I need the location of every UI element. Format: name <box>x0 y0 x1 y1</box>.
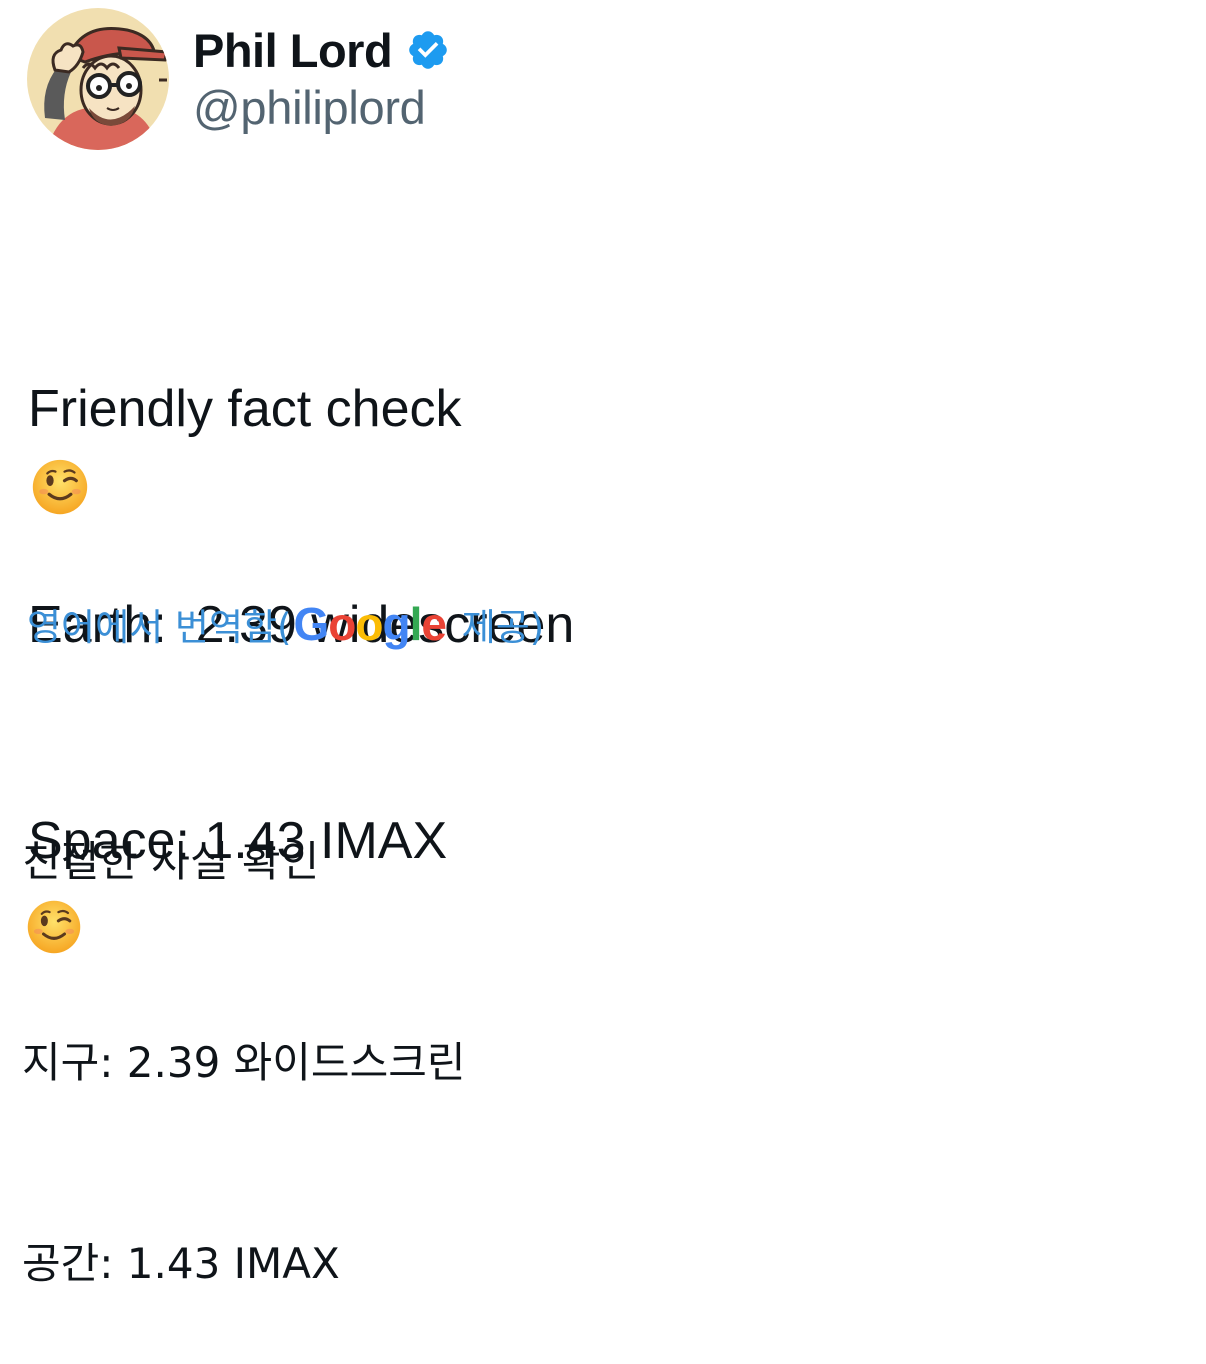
google-logo-icon: Google <box>293 598 446 650</box>
tweet-line: Friendly fact check <box>28 380 462 438</box>
translate-prefix: 영어에서 번역함( <box>27 606 292 649</box>
avatar[interactable] <box>27 8 169 150</box>
verified-badge-icon[interactable] <box>406 28 450 72</box>
author-display-name[interactable]: Phil Lord <box>193 23 393 78</box>
translated-line: 공간: 1.43 IMAX <box>22 1239 340 1288</box>
translated-line: 지구: 2.39 와이드스크린 <box>22 1038 466 1087</box>
translate-suffix: 제공) <box>449 606 545 649</box>
author-name-row: Phil Lord <box>193 20 450 80</box>
winking-face-icon <box>26 899 82 955</box>
translated-text: 친절한 사실 확인 지구: 2.39 와이드스크린 공간: 1.43 IMAX <box>22 694 466 1364</box>
translated-line: 친절한 사실 확인 <box>22 837 320 886</box>
translate-attribution-link[interactable]: 영어에서 번역함( Google 제공) <box>27 596 544 652</box>
winking-face-icon <box>31 458 89 516</box>
author-handle[interactable]: @philiplord <box>193 80 426 135</box>
cartoon-avatar-icon <box>27 8 169 150</box>
